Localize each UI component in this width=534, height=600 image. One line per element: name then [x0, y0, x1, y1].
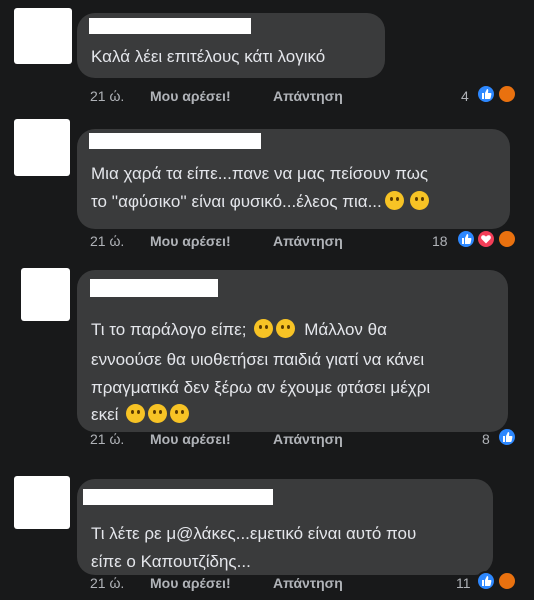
angry-icon [497, 84, 517, 104]
thinking-face-emoji [276, 319, 296, 338]
comment-text-line: Τι λέτε ρε μ@λάκες...εμετικό είναι αυτό … [91, 524, 417, 543]
comment-bubble: Τι το παράλογο είπε; Μάλλον θα εννοούσε … [77, 270, 508, 432]
avatar[interactable] [14, 119, 70, 176]
reaction-count[interactable]: 8 [482, 429, 490, 449]
comment-text: το ''αφύσικο'' είναι φυσικό...έλεος πια.… [91, 192, 382, 211]
comment-4: Τι λέτε ρε μ@λάκες...εμετικό είναι αυτό … [0, 465, 534, 600]
winking-tongue-emoji [126, 404, 146, 423]
comment-actions: 21 ώ. Μου αρέσει! Απάντηση [90, 429, 530, 449]
reaction-count[interactable]: 11 [456, 573, 471, 593]
avatar[interactable] [14, 8, 72, 64]
redacted-author-name[interactable] [83, 489, 273, 505]
comment-1: Καλά λέει επιτέλους κάτι λογικό 21 ώ. Μο… [0, 0, 534, 110]
reply-button[interactable]: Απάντηση [273, 573, 343, 593]
timestamp[interactable]: 21 ώ. [90, 573, 124, 593]
angry-icon [497, 229, 517, 249]
redacted-author-name[interactable] [89, 133, 261, 149]
reply-button[interactable]: Απάντηση [273, 231, 343, 251]
comment-text-line-4: εκεί [91, 400, 190, 430]
comment-text-line: Μια χαρά τα είπε...πανε να μας πείσουν π… [91, 164, 429, 183]
like-icon [497, 427, 517, 447]
avatar[interactable] [21, 268, 70, 321]
timestamp[interactable]: 21 ώ. [90, 231, 124, 251]
timestamp[interactable]: 21 ώ. [90, 429, 124, 449]
like-icon [476, 571, 496, 591]
avatar[interactable] [14, 476, 70, 529]
comment-bubble: Μια χαρά τα είπε...πανε να μας πείσουν π… [77, 129, 510, 229]
like-button[interactable]: Μου αρέσει! [150, 429, 231, 449]
reaction-count[interactable]: 18 [432, 231, 448, 251]
shushing-face-emoji [384, 191, 404, 210]
comment-3: Τι το παράλογο είπε; Μάλλον θα εννοούσε … [0, 265, 534, 465]
comment-text-line-2: το ''αφύσικο'' είναι φυσικό...έλεος πια.… [91, 187, 429, 217]
comment-text: εκεί [91, 405, 119, 424]
comment-text-line: Καλά λέει επιτέλους κάτι λογικό [91, 47, 326, 66]
comment-text-line-1: Τι το παράλογο είπε; Μάλλον θα [91, 315, 387, 345]
comment-text: Μάλλον θα [304, 320, 387, 339]
angry-icon [497, 571, 517, 591]
comment-text: Τι το παράλογο είπε; [91, 320, 247, 339]
like-button[interactable]: Μου αρέσει! [150, 231, 231, 251]
timestamp[interactable]: 21 ώ. [90, 86, 124, 106]
thinking-face-emoji [254, 319, 274, 338]
rofl-emoji [170, 404, 190, 423]
redacted-author-name[interactable] [89, 18, 251, 34]
like-button[interactable]: Μου αρέσει! [150, 86, 231, 106]
heart-icon [476, 229, 496, 249]
thinking-face-emoji [409, 191, 429, 210]
reply-button[interactable]: Απάντηση [273, 429, 343, 449]
reply-button[interactable]: Απάντηση [273, 86, 343, 106]
comment-text-line: πραγματικά δεν ξέρω αν έχουμε φτάσει μέχ… [91, 378, 431, 397]
redacted-author-name[interactable] [90, 279, 218, 297]
reaction-count[interactable]: 4 [461, 86, 469, 106]
comment-2: Μια χαρά τα είπε...πανε να μας πείσουν π… [0, 110, 534, 265]
like-icon [476, 84, 496, 104]
grinning-emoji [148, 404, 168, 423]
like-button[interactable]: Μου αρέσει! [150, 573, 231, 593]
comment-text-line: εννοούσε θα υιοθετήσει παιδιά γιατί να κ… [91, 350, 425, 369]
comment-bubble: Τι λέτε ρε μ@λάκες...εμετικό είναι αυτό … [77, 479, 493, 575]
comment-bubble: Καλά λέει επιτέλους κάτι λογικό [77, 13, 385, 78]
like-icon [456, 229, 476, 249]
